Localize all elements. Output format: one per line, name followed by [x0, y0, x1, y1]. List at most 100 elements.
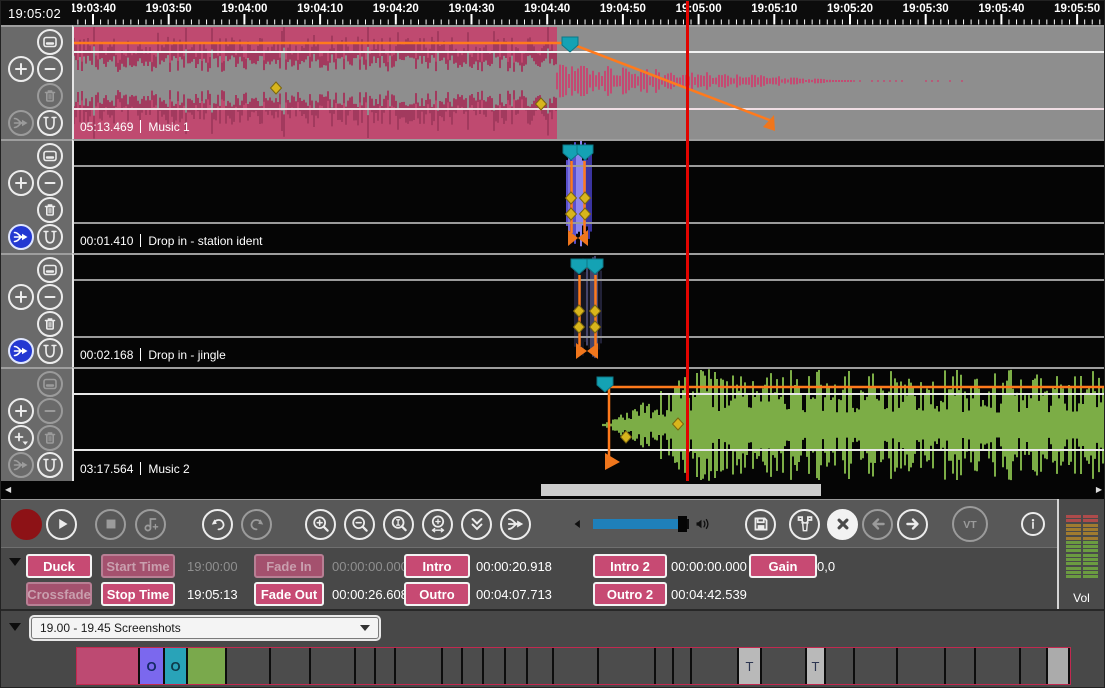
collapse-track-button[interactable] — [37, 143, 63, 169]
mixdown-button[interactable] — [500, 509, 531, 540]
playlist-block[interactable] — [692, 648, 739, 684]
playlist-block[interactable] — [77, 648, 140, 684]
timeline-ruler[interactable]: 19:03:4019:03:5019:04:0019:04:1019:04:20… — [1, 1, 1105, 25]
info-button[interactable] — [1021, 512, 1045, 536]
zoom-selection-button[interactable] — [422, 509, 453, 540]
voice-track-button[interactable]: VT — [952, 506, 988, 542]
playlist-block[interactable] — [1048, 648, 1070, 684]
crossfade-button[interactable]: Crossfade — [26, 582, 92, 606]
close-button[interactable] — [827, 509, 858, 540]
stop-button[interactable] — [95, 509, 126, 540]
scroll-right-icon[interactable]: ▶ — [1096, 485, 1102, 494]
record-button[interactable] — [11, 509, 42, 540]
playlist-block[interactable] — [271, 648, 311, 684]
ucurve-track-button[interactable] — [37, 338, 63, 364]
minus-track-button[interactable] — [37, 170, 63, 196]
branch-track-button[interactable] — [8, 452, 34, 478]
track-lane-music-2[interactable]: 03:17.564Music 2 — [72, 367, 1105, 481]
playlist-block[interactable] — [599, 648, 656, 684]
outro-button[interactable]: Outro — [404, 582, 470, 606]
collapse-all-button[interactable] — [461, 509, 492, 540]
volume-slider-thumb[interactable] — [678, 516, 687, 532]
discard-button[interactable] — [789, 509, 820, 540]
go-next-button[interactable] — [897, 509, 928, 540]
playlist-select[interactable]: 19.00 - 19.45 Screenshots — [31, 617, 379, 639]
playlist-collapse-icon[interactable] — [9, 623, 21, 631]
branch-track-button[interactable] — [8, 338, 34, 364]
playlist-block[interactable] — [855, 648, 898, 684]
add-note-button[interactable] — [135, 509, 166, 540]
start-time-button[interactable]: Start Time — [101, 554, 175, 578]
playlist-block[interactable] — [528, 648, 554, 684]
trash-track-button[interactable] — [37, 311, 63, 337]
scroll-left-icon[interactable]: ◀ — [5, 485, 11, 494]
playlist-block[interactable] — [356, 648, 376, 684]
undo-button[interactable] — [202, 509, 233, 540]
collapse-track-button[interactable] — [37, 257, 63, 283]
ucurve-track-button[interactable] — [37, 452, 63, 478]
collapse-track-button[interactable] — [37, 29, 63, 55]
playlist-block[interactable] — [188, 648, 227, 684]
gain-button[interactable]: Gain — [749, 554, 817, 578]
playlist-block[interactable] — [1021, 648, 1048, 684]
playlist-block[interactable] — [976, 648, 1021, 684]
scrollbar-thumb[interactable] — [541, 484, 821, 496]
plus-track-button[interactable] — [8, 56, 34, 82]
intro-2-button[interactable]: Intro 2 — [593, 554, 667, 578]
zoom-in-button[interactable] — [305, 509, 336, 540]
playlist-block-T[interactable]: T — [739, 648, 762, 684]
trash-track-button[interactable] — [37, 83, 63, 109]
playlist-block-T[interactable]: T — [807, 648, 826, 684]
trash-track-button[interactable] — [37, 425, 63, 451]
branch-track-button[interactable] — [8, 110, 34, 136]
playlist-block[interactable] — [554, 648, 599, 684]
plus-track-button[interactable] — [8, 284, 34, 310]
redo-button[interactable] — [241, 509, 272, 540]
outro-2-button[interactable]: Outro 2 — [593, 582, 667, 606]
minus-track-button[interactable] — [37, 56, 63, 82]
playhead-line[interactable] — [686, 1, 689, 481]
playlist-block[interactable] — [674, 648, 692, 684]
minus-track-button[interactable] — [37, 284, 63, 310]
playlist-block-O[interactable]: O — [165, 648, 188, 684]
branch-track-button[interactable] — [8, 224, 34, 250]
fade-in-button[interactable]: Fade In — [254, 554, 324, 578]
playlist-block-O[interactable]: O — [140, 648, 165, 684]
save-button[interactable] — [745, 509, 776, 540]
playlist-block[interactable] — [946, 648, 976, 684]
volume-slider[interactable] — [593, 519, 689, 529]
playlist-block[interactable] — [762, 648, 807, 684]
collapse-track-button[interactable] — [37, 371, 63, 397]
minus-track-button[interactable] — [37, 398, 63, 424]
playlist-block[interactable] — [376, 648, 396, 684]
play-button[interactable] — [46, 509, 77, 540]
horizontal-scrollbar[interactable]: ◀ ▶ — [1, 481, 1105, 499]
playlist-block[interactable] — [463, 648, 484, 684]
fade-out-button[interactable]: Fade Out — [254, 582, 324, 606]
zoom-vertical-button[interactable] — [383, 509, 414, 540]
plus-track-button[interactable] — [8, 170, 34, 196]
go-previous-button[interactable] — [862, 509, 893, 540]
playlist-block[interactable] — [484, 648, 506, 684]
ucurve-track-button[interactable] — [37, 224, 63, 250]
playlist-block[interactable] — [311, 648, 356, 684]
ucurve-track-button[interactable] — [37, 110, 63, 136]
playlist-block[interactable] — [506, 648, 528, 684]
plus-track-button[interactable] — [8, 398, 34, 424]
playlist-block[interactable] — [826, 648, 855, 684]
playlist-block[interactable] — [656, 648, 674, 684]
track-lane-music-1[interactable]: 05:13.469Music 1 — [72, 25, 1105, 139]
plusmenu-track-button[interactable] — [8, 425, 34, 451]
params-collapse-icon[interactable] — [9, 558, 21, 566]
playlist-block[interactable] — [227, 648, 271, 684]
trash-track-button[interactable] — [37, 197, 63, 223]
track-lane-drop-in-jingle[interactable]: 00:02.168Drop in - jingle — [72, 253, 1105, 367]
intro-button[interactable]: Intro — [404, 554, 470, 578]
duck-button[interactable]: Duck — [26, 554, 92, 578]
playlist-block[interactable] — [898, 648, 946, 684]
playlist-block[interactable] — [443, 648, 463, 684]
zoom-out-button[interactable] — [344, 509, 375, 540]
stop-time-button[interactable]: Stop Time — [101, 582, 175, 606]
playlist-block[interactable] — [396, 648, 443, 684]
track-lane-drop-in-station-ident[interactable]: 00:01.410Drop in - station ident — [72, 139, 1105, 253]
